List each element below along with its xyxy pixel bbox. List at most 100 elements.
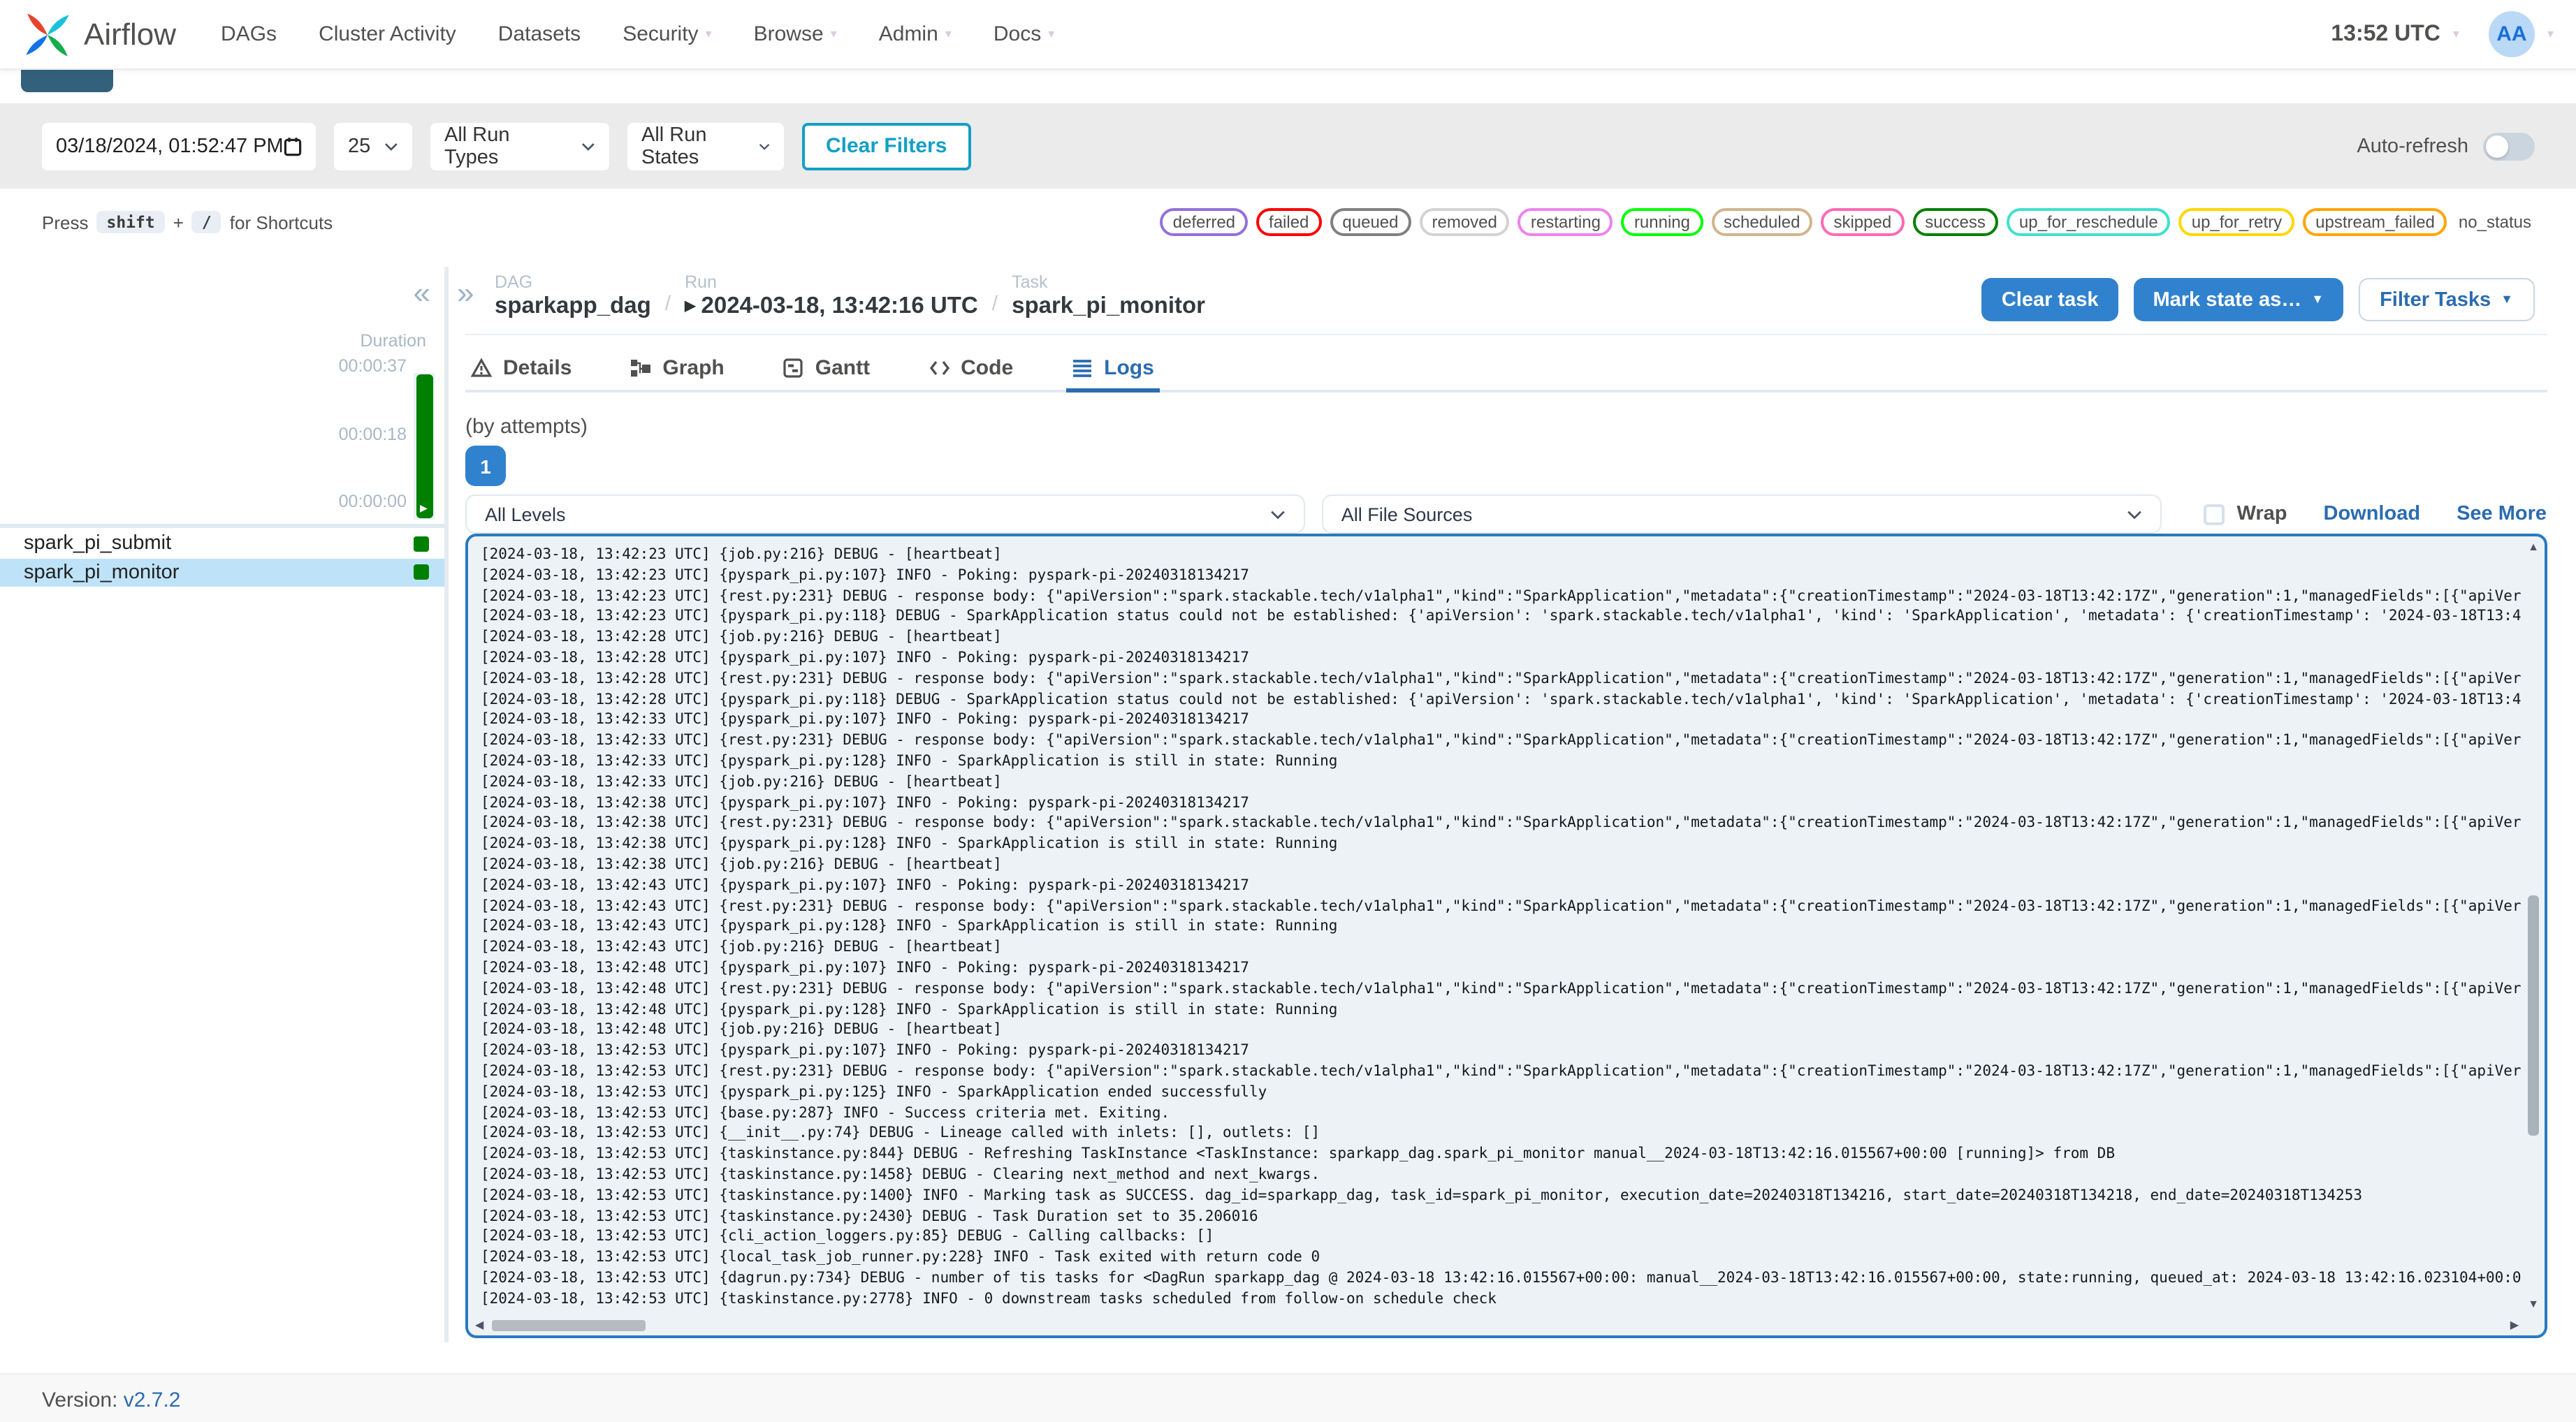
- vertical-scrollbar[interactable]: ▲ ▼: [2524, 538, 2542, 1314]
- log-level-select[interactable]: All Levels: [465, 494, 1305, 534]
- log-line: [2024-03-18, 13:42:53 UTC] {__init__.py:…: [481, 1124, 1320, 1142]
- mark-state-as-button[interactable]: Mark state as… ▼: [2133, 278, 2344, 321]
- log-line: [2024-03-18, 13:42:38 UTC] {job.py:216} …: [481, 856, 1002, 873]
- log-line: [2024-03-18, 13:42:53 UTC] {taskinstance…: [481, 1145, 2115, 1163]
- scroll-left-icon[interactable]: ◀: [475, 1319, 483, 1331]
- log-line: [2024-03-18, 13:42:53 UTC] {cli_action_l…: [481, 1228, 1214, 1245]
- chevron-down-icon: ▾: [830, 27, 837, 41]
- scroll-right-icon[interactable]: ▶: [2510, 1319, 2519, 1331]
- nav-item-label: Datasets: [497, 22, 581, 46]
- attempt-1-button[interactable]: 1: [465, 446, 506, 486]
- base-date-input[interactable]: 03/18/2024, 01:52:47 PM: [42, 122, 316, 170]
- nav-item-security[interactable]: Security ▾: [623, 22, 711, 46]
- chevron-down-icon: [385, 142, 398, 150]
- filter-tasks-button[interactable]: Filter Tasks ▼: [2359, 278, 2534, 321]
- run-states-value: All Run States: [641, 124, 707, 168]
- run-types-select[interactable]: All Run Types: [430, 122, 609, 170]
- tab-label: Code: [961, 356, 1014, 380]
- nav-items: DAGs Cluster Activity Datasets Security ▾ Bro…: [221, 22, 1054, 46]
- file-source-value: All File Sources: [1341, 504, 1473, 525]
- nav-item-label: Cluster Activity: [319, 22, 456, 46]
- wrap-toggle[interactable]: Wrap: [2203, 503, 2287, 525]
- tab-gantt[interactable]: Gantt: [778, 345, 875, 393]
- task-row-spark_pi_monitor[interactable]: spark_pi_monitor: [0, 558, 444, 586]
- log-line: [2024-03-18, 13:42:53 UTC] {taskinstance…: [481, 1187, 2362, 1204]
- footer: Version: v2.7.2: [0, 1373, 2576, 1422]
- chevron-down-icon: ▾: [2452, 27, 2459, 41]
- log-level-value: All Levels: [485, 504, 566, 525]
- clear-task-button[interactable]: Clear task: [1981, 278, 2118, 321]
- nav-item-label: Security: [623, 22, 699, 46]
- page-size-value: 25: [348, 135, 371, 157]
- state-badge-running: running: [1621, 208, 1703, 236]
- wrap-checkbox[interactable]: [2203, 504, 2225, 525]
- avatar[interactable]: AA: [2488, 11, 2535, 57]
- dag-run-duration-bar[interactable]: ▶: [416, 374, 433, 518]
- collapse-sidebar-icon[interactable]: «: [414, 277, 431, 309]
- log-line: [2024-03-18, 13:42:23 UTC] {rest.py:231}…: [481, 587, 2520, 605]
- task-status-square[interactable]: [414, 536, 429, 551]
- horizontal-scrollbar[interactable]: ◀ ▶: [470, 1316, 2523, 1334]
- run-states-select[interactable]: All Run States: [627, 122, 784, 170]
- nav-item-dags[interactable]: DAGs: [221, 22, 277, 46]
- airflow-app: Airflow DAGs Cluster Activity Datasets Secu…: [0, 0, 2576, 1422]
- utc-clock[interactable]: 13:52 UTC: [2331, 22, 2440, 47]
- tab-bar: Details Graph Gantt Code Logs: [465, 345, 2547, 393]
- see-more-link[interactable]: See More: [2457, 503, 2547, 525]
- tab-graph[interactable]: Graph: [625, 345, 729, 393]
- mark-state-label: Mark state as…: [2153, 288, 2302, 311]
- scroll-up-icon[interactable]: ▲: [2524, 541, 2542, 553]
- log-line: [2024-03-18, 13:42:33 UTC] {pyspark_pi.p…: [481, 752, 1338, 770]
- state-badge-scheduled: scheduled: [1711, 208, 1813, 236]
- plus-sign: +: [173, 212, 184, 233]
- log-line: [2024-03-18, 13:42:23 UTC] {pyspark_pi.p…: [481, 608, 2520, 625]
- toggle-knob: [2485, 135, 2508, 157]
- nav-item-browse[interactable]: Browse ▾: [754, 22, 837, 46]
- nav-item-cluster-activity[interactable]: Cluster Activity: [319, 22, 456, 46]
- nav-item-datasets[interactable]: Datasets: [498, 22, 581, 46]
- chevron-down-icon: ▼: [2311, 292, 2324, 306]
- header-gap: [0, 70, 2576, 103]
- brand-name: Airflow: [84, 16, 177, 51]
- state-badge-success: success: [1912, 208, 1998, 236]
- log-line: [2024-03-18, 13:42:53 UTC] {local_task_j…: [481, 1249, 1320, 1266]
- clipped-grid-element: [21, 70, 113, 92]
- log-line: [2024-03-18, 13:42:48 UTC] {pyspark_pi.p…: [481, 959, 1249, 976]
- log-line: [2024-03-18, 13:42:38 UTC] {pyspark_pi.p…: [481, 794, 1249, 812]
- task-link[interactable]: spark_pi_monitor: [1012, 293, 1205, 320]
- tab-code[interactable]: Code: [923, 345, 1019, 393]
- task-row-spark_pi_submit[interactable]: spark_pi_submit: [0, 529, 444, 557]
- scroll-down-icon[interactable]: ▼: [2524, 1298, 2542, 1310]
- nav-item-admin[interactable]: Admin ▾: [879, 22, 952, 46]
- log-line: [2024-03-18, 13:42:33 UTC] {job.py:216} …: [481, 773, 1002, 791]
- task-status-square[interactable]: [414, 564, 429, 580]
- by-attempts-label: (by attempts): [465, 415, 588, 439]
- dag-link[interactable]: sparkapp_dag: [495, 293, 651, 320]
- base-date-value: 03/18/2024, 01:52:47 PM: [56, 135, 284, 157]
- duration-axis-tick: 00:00:00: [338, 492, 407, 511]
- page-size-select[interactable]: 25: [334, 122, 412, 170]
- nav-item-docs[interactable]: Docs ▾: [994, 22, 1054, 46]
- task-actions: Clear task Mark state as… ▼ Filter Tasks…: [1981, 278, 2534, 321]
- file-source-select[interactable]: All File Sources: [1321, 494, 2162, 534]
- airflow-logo[interactable]: Airflow: [22, 9, 176, 59]
- chevron-down-icon: ▾: [1048, 27, 1055, 41]
- state-badge-failed: failed: [1256, 208, 1322, 236]
- download-link[interactable]: Download: [2324, 503, 2421, 525]
- log-line: [2024-03-18, 13:42:23 UTC] {job.py:216} …: [481, 546, 1002, 563]
- tab-details[interactable]: Details: [465, 345, 577, 393]
- shortcut-prefix: Press: [42, 212, 89, 233]
- version-link[interactable]: v2.7.2: [124, 1388, 181, 1412]
- auto-refresh-toggle[interactable]: [2482, 132, 2534, 160]
- log-line: [2024-03-18, 13:42:43 UTC] {pyspark_pi.p…: [481, 877, 1249, 894]
- tab-logs[interactable]: Logs: [1066, 345, 1160, 393]
- duration-axis-label: Duration: [360, 331, 427, 351]
- vertical-scrollbar-thumb[interactable]: [2528, 895, 2539, 1136]
- run-link[interactable]: ▶ 2024-03-18, 13:42:16 UTC: [685, 293, 978, 320]
- horizontal-scrollbar-thumb[interactable]: [492, 1319, 646, 1331]
- clear-filters-button[interactable]: Clear Filters: [802, 122, 971, 170]
- state-badge-no_status: no_status: [2458, 212, 2531, 232]
- expand-panel-icon[interactable]: »: [457, 277, 474, 309]
- state-badges: deferred failed queued removed restarting run…: [1160, 208, 2534, 236]
- shift-key: shift: [96, 211, 165, 233]
